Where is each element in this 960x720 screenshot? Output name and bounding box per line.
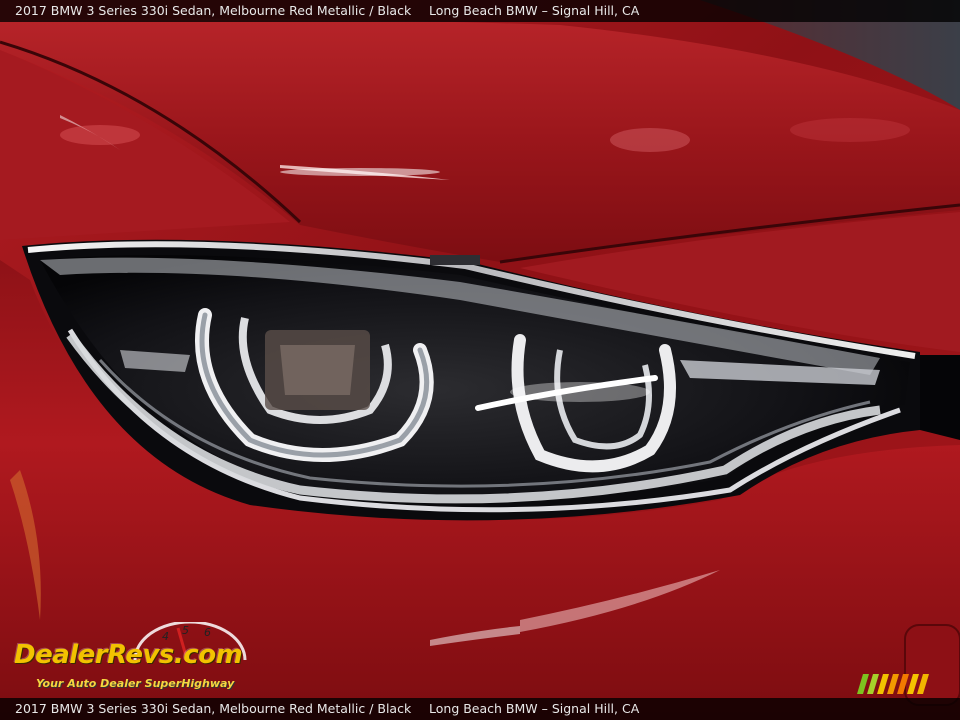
caption-bar-bottom: 2017 BMW 3 Series 330i Sedan, Melbourne … <box>0 698 960 720</box>
vehicle-description: 2017 BMW 3 Series 330i Sedan, Melbourne … <box>15 3 412 18</box>
dealer-name: Long Beach BMW – Signal Hill, CA <box>429 701 640 716</box>
gauge-digit: 5 <box>182 624 189 637</box>
caption-bar-top: 2017 BMW 3 Series 330i Sedan, Melbourne … <box>0 0 960 22</box>
car-headlight-photo <box>0 0 960 720</box>
dealer-name: Long Beach BMW – Signal Hill, CA <box>429 3 640 18</box>
dealerrevs-watermark: 4 5 6 DealerRevs.com Your Auto Dealer Su… <box>10 622 270 694</box>
watermark-tagline: Your Auto Dealer SuperHighway <box>36 677 235 690</box>
color-stripes-icon <box>857 674 929 694</box>
vehicle-description: 2017 BMW 3 Series 330i Sedan, Melbourne … <box>15 701 412 716</box>
gauge-digit: 6 <box>204 626 211 639</box>
photo-viewer: 2017 BMW 3 Series 330i Sedan, Melbourne … <box>0 0 960 720</box>
watermark-brand: DealerRevs.com <box>14 640 243 670</box>
